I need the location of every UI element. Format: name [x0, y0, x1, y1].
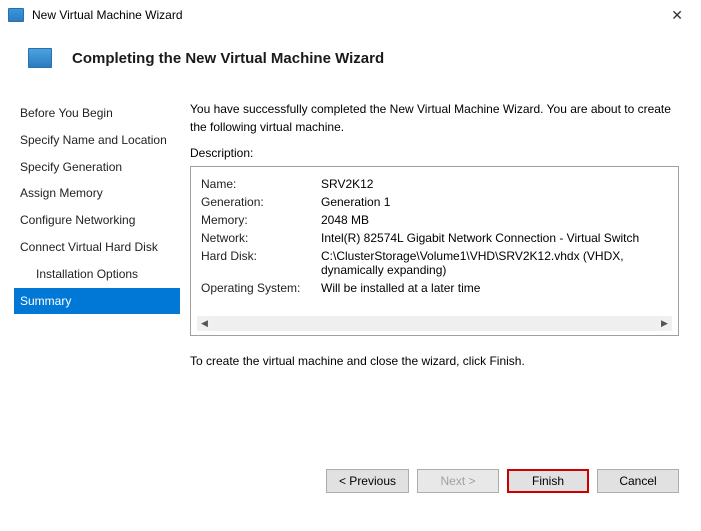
- wizard-steps-sidebar: Before You Begin Specify Name and Locati…: [0, 86, 180, 436]
- close-icon[interactable]: ✕: [663, 5, 691, 26]
- sidebar-item-connect-vhd[interactable]: Connect Virtual Hard Disk: [14, 234, 180, 261]
- description-box: Name:SRV2K12 Generation:Generation 1 Mem…: [190, 166, 679, 336]
- intro-text: You have successfully completed the New …: [190, 100, 679, 136]
- summary-value: Generation 1: [321, 193, 668, 211]
- table-row: Hard Disk:C:\ClusterStorage\Volume1\VHD\…: [201, 247, 668, 279]
- wizard-icon: [28, 48, 52, 68]
- summary-value: 2048 MB: [321, 211, 668, 229]
- page-title: Completing the New Virtual Machine Wizar…: [72, 50, 384, 67]
- sidebar-item-before-you-begin[interactable]: Before You Begin: [14, 100, 180, 127]
- wizard-header: Completing the New Virtual Machine Wizar…: [0, 30, 701, 86]
- table-row: Network:Intel(R) 82574L Gigabit Network …: [201, 229, 668, 247]
- content-area: Before You Begin Specify Name and Locati…: [0, 86, 701, 436]
- scrollbar-track[interactable]: [212, 316, 657, 331]
- sidebar-item-installation-options[interactable]: Installation Options: [14, 261, 180, 288]
- summary-value: Intel(R) 82574L Gigabit Network Connecti…: [321, 229, 668, 247]
- next-button: Next >: [417, 469, 499, 493]
- summary-key: Memory:: [201, 211, 321, 229]
- finish-button[interactable]: Finish: [507, 469, 589, 493]
- titlebar: New Virtual Machine Wizard ✕: [0, 0, 701, 30]
- sidebar-item-configure-networking[interactable]: Configure Networking: [14, 207, 180, 234]
- description-label: Description:: [190, 146, 679, 160]
- summary-value: C:\ClusterStorage\Volume1\VHD\SRV2K12.vh…: [321, 247, 668, 279]
- table-row: Generation:Generation 1: [201, 193, 668, 211]
- summary-key: Hard Disk:: [201, 247, 321, 279]
- sidebar-item-assign-memory[interactable]: Assign Memory: [14, 180, 180, 207]
- sidebar-item-specify-generation[interactable]: Specify Generation: [14, 154, 180, 181]
- main-panel: You have successfully completed the New …: [180, 86, 701, 436]
- previous-button[interactable]: < Previous: [326, 469, 409, 493]
- sidebar-item-summary[interactable]: Summary: [14, 288, 180, 315]
- summary-key: Network:: [201, 229, 321, 247]
- titlebar-left: New Virtual Machine Wizard: [8, 8, 183, 22]
- table-row: Name:SRV2K12: [201, 175, 668, 193]
- scroll-right-icon[interactable]: ▶: [657, 316, 672, 331]
- summary-key: Name:: [201, 175, 321, 193]
- summary-table: Name:SRV2K12 Generation:Generation 1 Mem…: [201, 175, 668, 297]
- summary-key: Generation:: [201, 193, 321, 211]
- closing-text: To create the virtual machine and close …: [190, 352, 679, 370]
- summary-value: Will be installed at a later time: [321, 279, 668, 297]
- table-row: Memory:2048 MB: [201, 211, 668, 229]
- summary-key: Operating System:: [201, 279, 321, 297]
- scroll-left-icon[interactable]: ◀: [197, 316, 212, 331]
- window-title: New Virtual Machine Wizard: [32, 8, 183, 22]
- wizard-footer: < Previous Next > Finish Cancel: [304, 451, 701, 511]
- app-icon: [8, 8, 24, 22]
- horizontal-scrollbar[interactable]: ◀ ▶: [197, 316, 672, 331]
- cancel-button[interactable]: Cancel: [597, 469, 679, 493]
- summary-value: SRV2K12: [321, 175, 668, 193]
- table-row: Operating System:Will be installed at a …: [201, 279, 668, 297]
- sidebar-item-specify-name[interactable]: Specify Name and Location: [14, 127, 180, 154]
